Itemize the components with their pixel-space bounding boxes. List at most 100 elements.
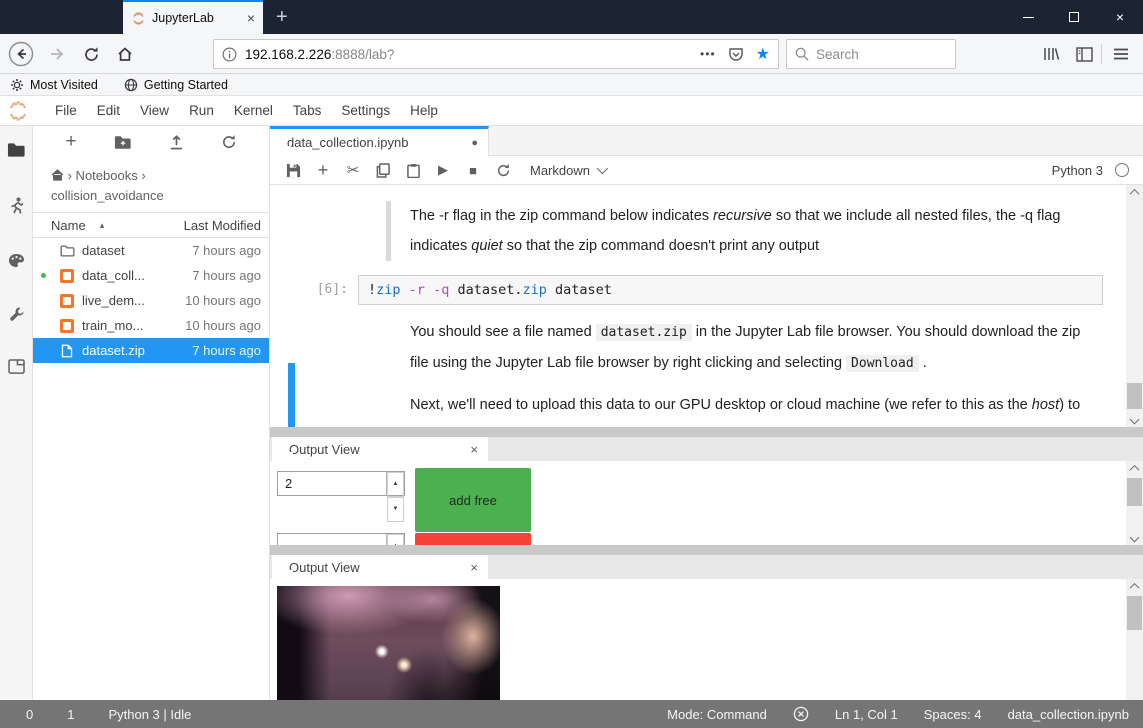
bookmark-most-visited[interactable]: Most Visited xyxy=(10,78,98,92)
site-info-icon[interactable] xyxy=(222,47,237,62)
output-view-1-scrollbar[interactable] xyxy=(1126,461,1143,545)
browser-tab[interactable]: JupyterLab × xyxy=(123,0,263,34)
url-text[interactable]: 192.168.2.226:8888/lab? xyxy=(245,47,692,62)
new-tab-button[interactable]: + xyxy=(276,4,288,30)
scroll-down-icon[interactable] xyxy=(1126,530,1143,545)
file-row-dataset-zip[interactable]: dataset.zip 7 hours ago xyxy=(33,338,269,363)
new-launcher-button[interactable]: + xyxy=(65,131,76,153)
spinner-up-icon[interactable]: ▲ xyxy=(387,472,404,497)
file-list-header[interactable]: Name▴ Last Modified xyxy=(33,212,269,238)
kernel-status-icon[interactable] xyxy=(1115,163,1129,177)
property-inspector-icon[interactable] xyxy=(0,302,33,326)
interrupt-kernel-button[interactable]: ■ xyxy=(458,163,488,178)
markdown-cell-1[interactable]: The -r flag in the zip command below ind… xyxy=(270,201,1143,261)
count-spinner-2[interactable]: ▲▼ xyxy=(277,533,405,545)
file-row-train-model[interactable]: train_mo... 10 hours ago xyxy=(33,313,269,338)
output-view-1-tab[interactable]: Output View × xyxy=(272,437,488,461)
cut-cells-button[interactable]: ✂ xyxy=(338,161,368,179)
markdown-cell-2[interactable]: You should see a file named dataset.zip … xyxy=(270,317,1143,427)
cursor-position-label[interactable]: Ln 1, Col 1 xyxy=(835,707,898,722)
window-minimize-button[interactable] xyxy=(1005,0,1051,34)
column-name-label[interactable]: Name xyxy=(51,218,86,233)
running-sessions-icon[interactable] xyxy=(0,194,33,218)
reload-button[interactable] xyxy=(78,41,104,67)
dock-splitter[interactable] xyxy=(270,427,1143,437)
chevron-down-icon xyxy=(597,163,608,174)
restart-kernel-button[interactable] xyxy=(488,163,518,178)
menu-settings[interactable]: Settings xyxy=(331,96,400,126)
spinner-down-icon[interactable]: ▼ xyxy=(387,497,404,522)
execution-count: [6]: xyxy=(270,275,358,305)
url-bar[interactable]: 192.168.2.226:8888/lab? ••• ★ xyxy=(213,39,779,69)
command-mode-label[interactable]: Mode: Command xyxy=(667,707,767,722)
code-cell[interactable]: [6]: !zip -r -q dataset.zip dataset xyxy=(270,275,1143,305)
kernel-name-label[interactable]: Python 3 xyxy=(1052,163,1103,178)
library-icon[interactable] xyxy=(1038,41,1064,67)
menu-kernel[interactable]: Kernel xyxy=(224,96,283,126)
file-row-dataset[interactable]: dataset 7 hours ago xyxy=(33,238,269,263)
save-button[interactable] xyxy=(278,163,308,178)
file-row-data-collection[interactable]: data_coll... 7 hours ago xyxy=(33,263,269,288)
menu-run[interactable]: Run xyxy=(179,96,224,126)
home-button[interactable] xyxy=(112,41,138,67)
window-close-button[interactable]: × xyxy=(1097,0,1143,34)
menu-tabs[interactable]: Tabs xyxy=(283,96,332,126)
page-actions-icon[interactable]: ••• xyxy=(700,47,716,61)
scroll-down-icon[interactable] xyxy=(1126,412,1143,427)
run-cell-button[interactable]: ▶ xyxy=(428,162,458,178)
search-bar[interactable]: Search xyxy=(786,39,956,69)
close-icon[interactable]: × xyxy=(470,442,478,457)
cell-collapser[interactable] xyxy=(386,201,391,261)
cell-type-dropdown[interactable]: Markdown xyxy=(530,163,605,178)
file-browser-tab-icon[interactable] xyxy=(0,138,33,162)
spinner-up-icon[interactable]: ▲ xyxy=(387,534,404,545)
pocket-icon[interactable] xyxy=(728,46,744,62)
scrollbar-thumb[interactable] xyxy=(1127,383,1142,409)
scroll-up-icon[interactable] xyxy=(1126,461,1143,476)
output-view-2-tab[interactable]: Output View × xyxy=(272,555,488,579)
menu-help[interactable]: Help xyxy=(400,96,448,126)
copy-cells-button[interactable] xyxy=(368,163,398,178)
sidebars-icon[interactable] xyxy=(1071,41,1097,67)
command-palette-icon[interactable] xyxy=(0,248,33,272)
window-maximize-button[interactable] xyxy=(1051,0,1097,34)
add-cell-button[interactable]: + xyxy=(308,160,338,181)
code-editor[interactable]: !zip -r -q dataset.zip dataset xyxy=(358,275,1103,305)
close-icon[interactable]: × xyxy=(470,560,478,575)
kernel-status-label[interactable]: Python 3 | Idle xyxy=(108,707,191,722)
new-folder-button[interactable] xyxy=(114,135,132,150)
scrollbar-thumb[interactable] xyxy=(1127,478,1142,506)
scrollbar-thumb[interactable] xyxy=(1127,596,1142,630)
back-button[interactable] xyxy=(8,41,34,67)
spaces-label[interactable]: Spaces: 4 xyxy=(924,707,982,722)
scroll-up-icon[interactable] xyxy=(1126,185,1143,200)
tab-close-icon[interactable]: × xyxy=(247,10,255,26)
breadcrumb[interactable]: › Notebooks › collision_avoidance xyxy=(33,158,258,212)
column-modified-label[interactable]: Last Modified xyxy=(184,218,261,233)
notebook-tab[interactable]: data_collection.ipynb ● xyxy=(270,126,489,156)
bookmark-star-icon[interactable]: ★ xyxy=(756,44,770,64)
upload-button[interactable] xyxy=(169,134,184,150)
add-free-button[interactable]: add free xyxy=(415,468,531,532)
refresh-file-list-button[interactable] xyxy=(221,134,237,150)
terminals-count[interactable]: 0 xyxy=(26,707,33,722)
unsaved-changes-dot[interactable]: ● xyxy=(471,137,478,149)
notebook-scrollbar[interactable] xyxy=(1126,185,1143,427)
open-tabs-icon[interactable] xyxy=(0,354,33,378)
spinner-buttons[interactable]: ▲ ▼ xyxy=(386,472,404,495)
paste-cells-button[interactable] xyxy=(398,163,428,178)
file-row-live-demo[interactable]: live_dem... 10 hours ago xyxy=(33,288,269,313)
bell-circle-icon[interactable] xyxy=(793,706,809,722)
bookmark-getting-started[interactable]: Getting Started xyxy=(124,78,228,92)
count-spinner[interactable]: 2 ▲ ▼ xyxy=(277,471,405,496)
menu-file[interactable]: File xyxy=(45,96,87,126)
kernels-count[interactable]: 1 xyxy=(67,707,74,722)
output-view-2-scrollbar[interactable] xyxy=(1126,579,1143,700)
forward-button[interactable] xyxy=(44,41,70,67)
menu-hamburger-icon[interactable] xyxy=(1108,41,1134,67)
menu-edit[interactable]: Edit xyxy=(87,96,130,126)
dock-splitter[interactable] xyxy=(270,545,1143,555)
add-blocked-button[interactable] xyxy=(415,533,531,545)
scroll-up-icon[interactable] xyxy=(1126,579,1143,594)
menu-view[interactable]: View xyxy=(130,96,179,126)
